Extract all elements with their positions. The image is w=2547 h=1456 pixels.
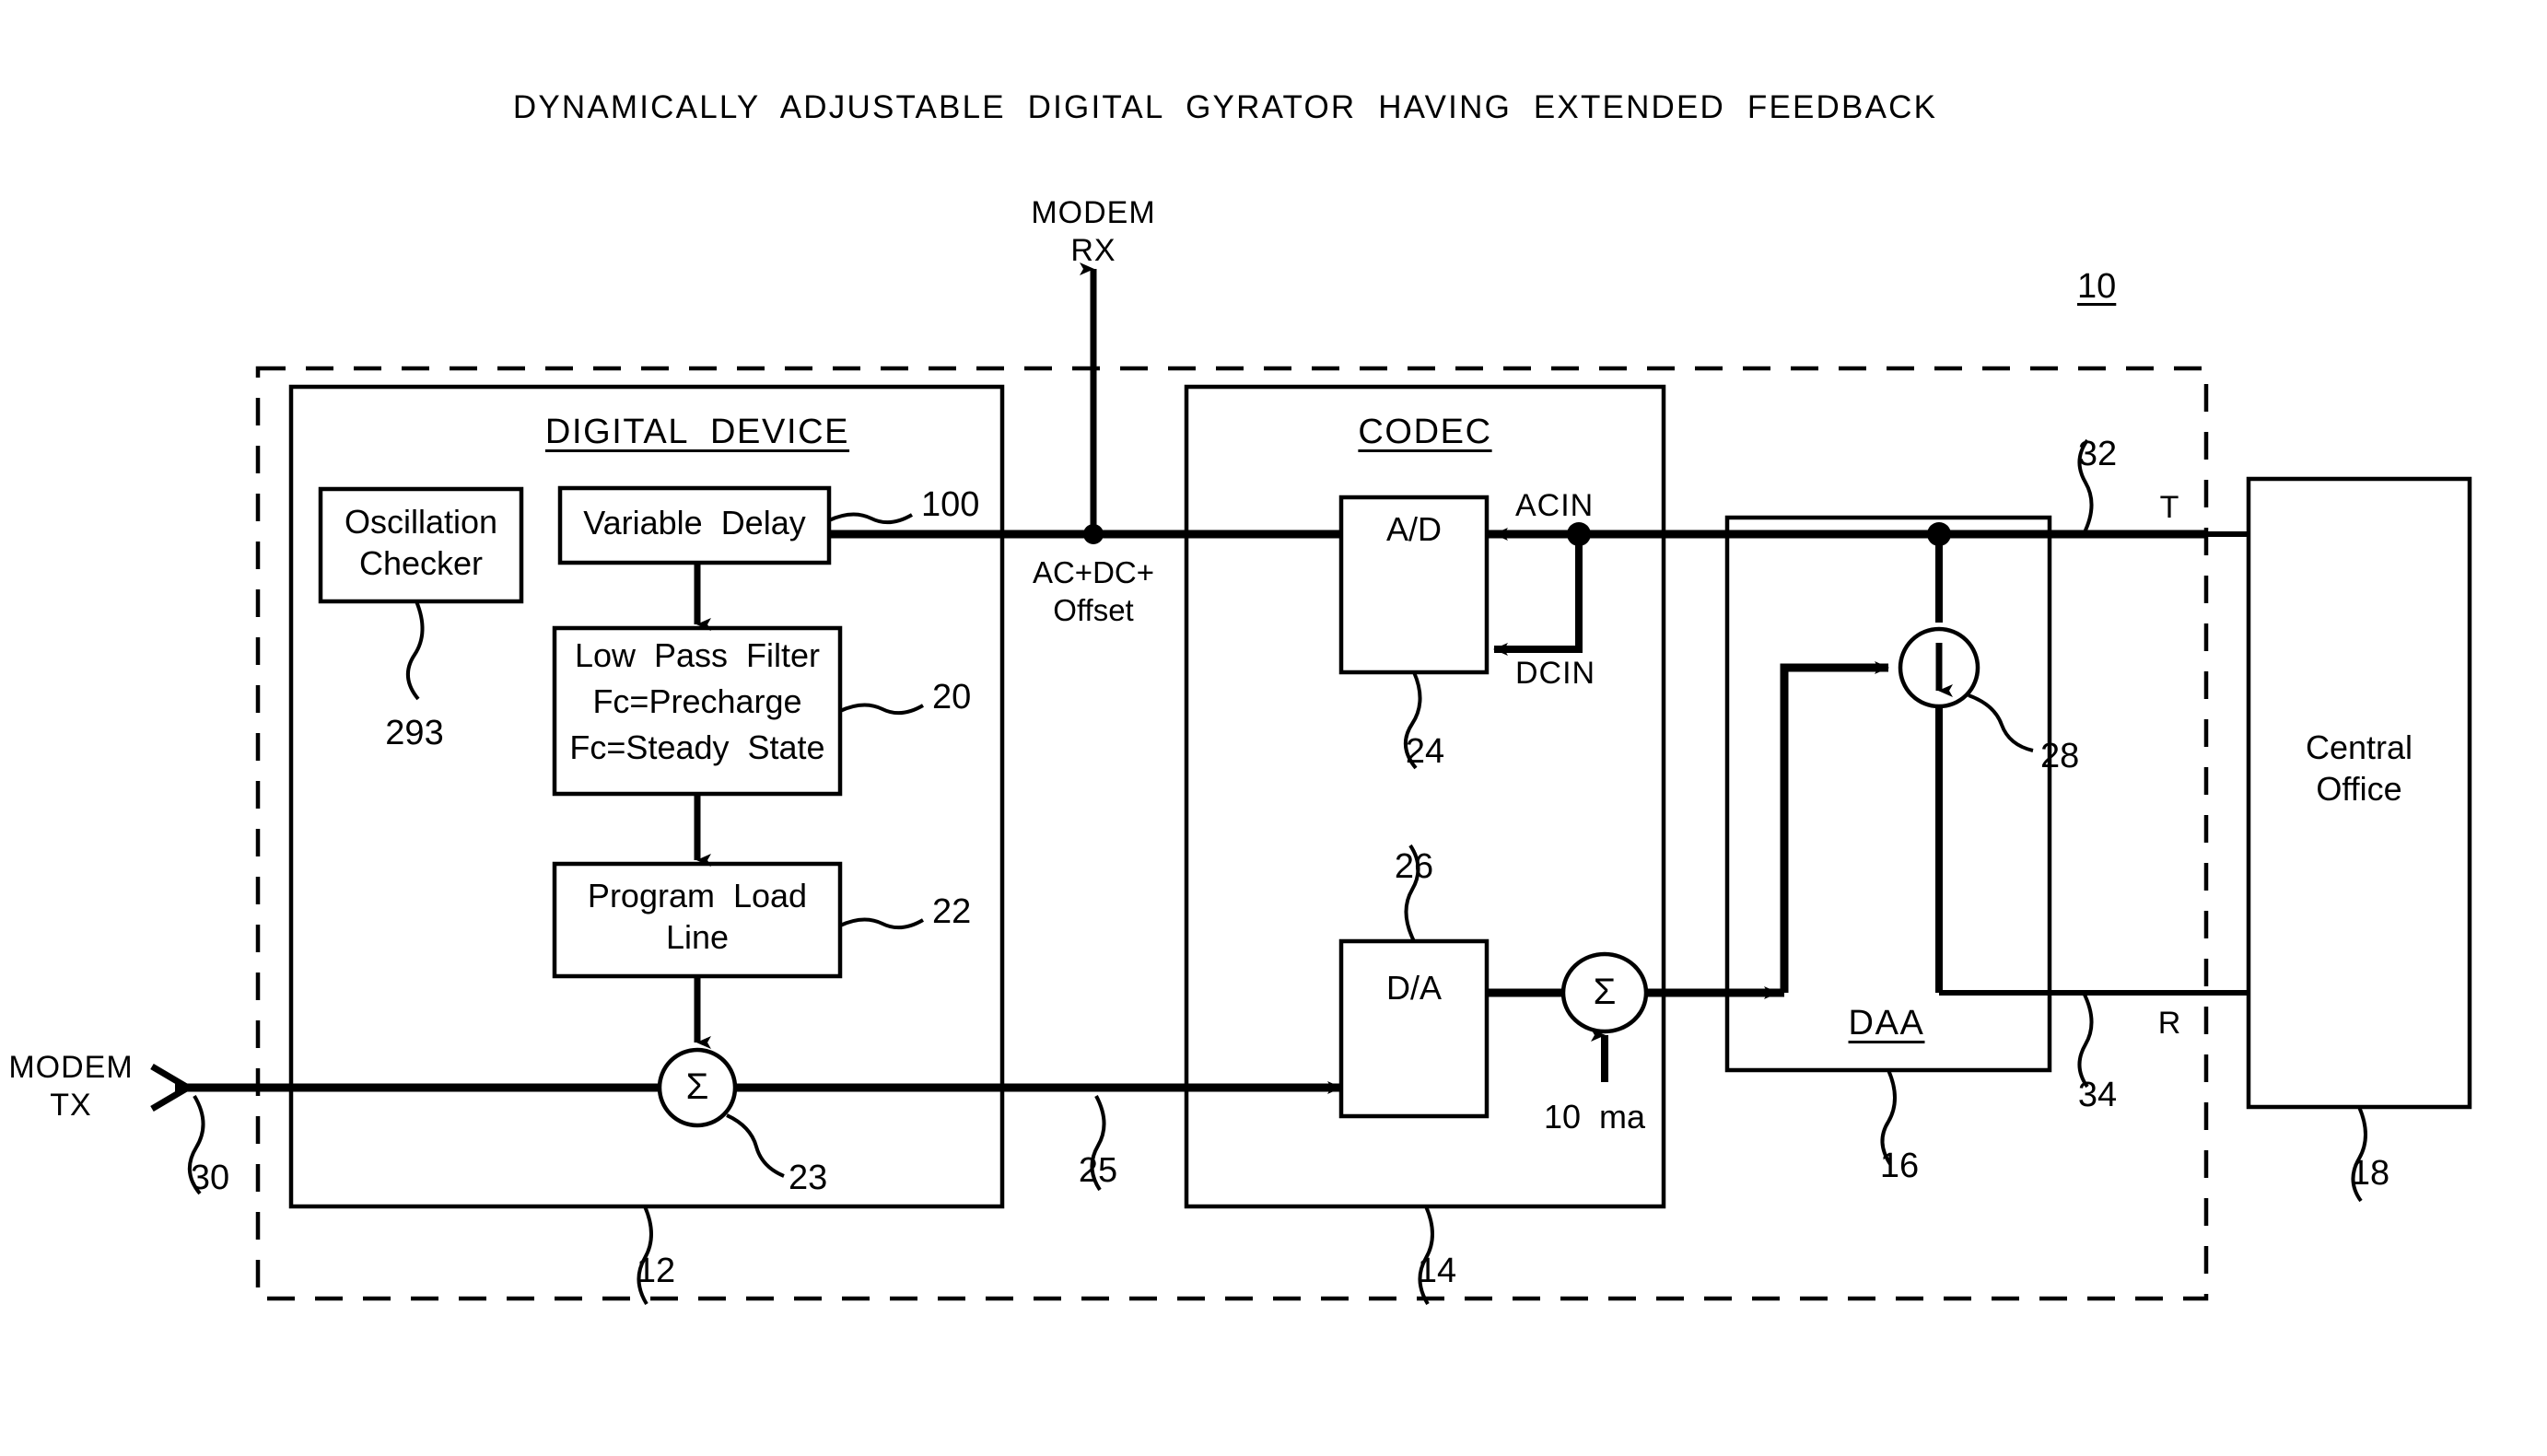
- reference-22: 22: [932, 892, 972, 931]
- low-pass-filter-label-line1: Low Pass Filter: [574, 636, 821, 674]
- dcin-label: DCIN: [1515, 656, 1596, 691]
- leader-22: [839, 917, 925, 930]
- acin-label: ACIN: [1515, 488, 1595, 523]
- reference-20: 20: [932, 678, 972, 716]
- modem-tx-label-line2: TX: [50, 1088, 92, 1123]
- reference-14: 14: [1417, 1252, 1457, 1290]
- da-converter-label: D/A: [1385, 969, 1443, 1007]
- oscillation-checker-label-line2: Checker: [358, 544, 484, 582]
- reference-28: 28: [2040, 737, 2080, 775]
- reference-26: 26: [1394, 847, 1434, 886]
- digital-device-header: DIGITAL DEVICE: [544, 413, 850, 451]
- summer-23-glyph: Σ: [685, 1066, 709, 1107]
- program-load-line-label-line2: Line: [665, 918, 730, 956]
- reference-12: 12: [636, 1252, 676, 1290]
- reference-25: 25: [1078, 1151, 1118, 1190]
- reference-16: 16: [1879, 1147, 1920, 1185]
- reference-32: 32: [2077, 435, 2118, 473]
- ac-dc-offset-label-line1: AC+DC+: [1032, 555, 1155, 589]
- variable-delay-label: Variable Delay: [583, 504, 806, 542]
- ring-label: R: [2157, 1006, 2181, 1041]
- oscillation-checker-label-line1: Oscillation: [344, 503, 498, 541]
- ad-converter-label: A/D: [1385, 510, 1443, 548]
- leader-23: [726, 1113, 785, 1178]
- leader-100: [828, 512, 914, 525]
- reference-24: 24: [1405, 732, 1445, 771]
- reference-34: 34: [2077, 1076, 2118, 1114]
- daa-header: DAA: [1848, 1004, 1925, 1042]
- daa-tip-junction-dot: [1927, 522, 1951, 546]
- daa-box: [1724, 515, 2052, 1073]
- codec-summer-glyph: Σ: [1593, 972, 1617, 1012]
- system-reference-10: 10: [2077, 267, 2117, 306]
- leader-28: [1968, 693, 2034, 752]
- modem-rx-label-line2: RX: [1070, 233, 1116, 268]
- da-converter-box: [1338, 938, 1490, 1119]
- reference-100: 100: [921, 485, 980, 524]
- modem-tx-label-line1: MODEM: [8, 1050, 134, 1085]
- leader-293: [406, 600, 425, 701]
- bias-current-label: 10 ma: [1543, 1098, 1646, 1136]
- reference-18: 18: [2350, 1154, 2390, 1193]
- codec-header: CODEC: [1358, 413, 1492, 451]
- reference-293: 293: [385, 714, 444, 752]
- diagram-vector-layer: [150, 262, 2472, 1306]
- leader-34: [2077, 992, 2094, 1089]
- central-office-label-line1: Central: [2305, 728, 2413, 766]
- leader-20: [839, 703, 925, 716]
- patent-figure-canvas: DYNAMICALLY ADJUSTABLE DIGITAL GYRATOR H…: [0, 0, 2547, 1456]
- modem-rx-label-line1: MODEM: [1031, 195, 1156, 230]
- dcin-feedback-path: [1493, 534, 1583, 656]
- tip-label: T: [2159, 490, 2179, 525]
- reference-23: 23: [789, 1159, 828, 1197]
- ac-dc-offset-label-line2: Offset: [1053, 593, 1134, 627]
- central-office-label-line2: Office: [2316, 770, 2402, 808]
- low-pass-filter-label-line3: Fc=Steady State: [569, 728, 825, 766]
- figure-title: DYNAMICALLY ADJUSTABLE DIGITAL GYRATOR H…: [512, 89, 1938, 125]
- low-pass-filter-label-line2: Fc=Precharge: [592, 682, 802, 720]
- ac-dc-offset-junction-dot: [1083, 524, 1104, 544]
- program-load-line-label-line1: Program Load: [587, 877, 808, 914]
- reference-30: 30: [190, 1159, 230, 1197]
- daa-riser-to-current-source: [1780, 661, 1889, 993]
